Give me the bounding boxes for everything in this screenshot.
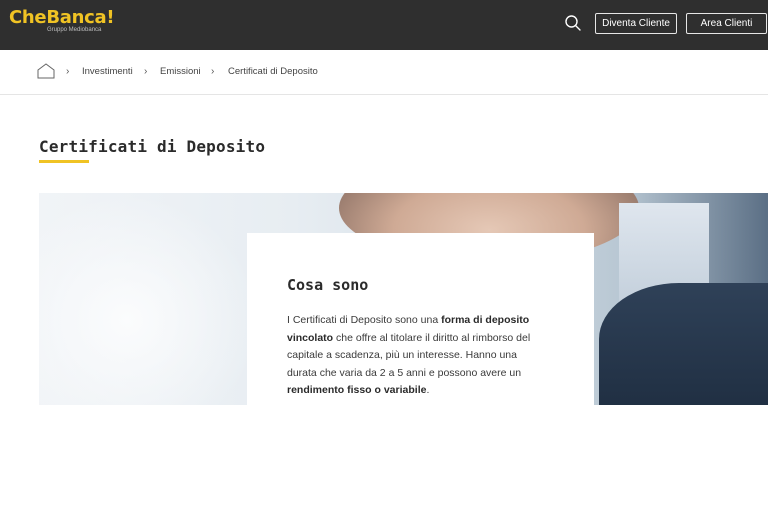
chebanca-logo[interactable]: CheBanca! Gruppo Mediobanca <box>9 7 115 34</box>
top-navbar: CheBanca! Gruppo Mediobanca Diventa Clie… <box>0 0 768 50</box>
search-icon[interactable] <box>564 14 582 32</box>
breadcrumb-separator: › <box>211 66 215 77</box>
breadcrumb-certificati: Certificati di Deposito <box>228 66 318 77</box>
card-title: Cosa sono <box>287 276 369 294</box>
page-title: Certificati di Deposito <box>39 137 266 156</box>
title-underline <box>39 160 89 163</box>
breadcrumb-separator: › <box>144 66 148 77</box>
logo-text: CheBanca! <box>9 7 115 28</box>
breadcrumb-emissioni[interactable]: Emissioni <box>160 66 201 77</box>
area-clienti-button[interactable]: Area Clienti <box>686 13 767 34</box>
card-description: I Certificati di Deposito sono una forma… <box>287 314 531 396</box>
logo-subtitle: Gruppo Mediobanca <box>47 27 102 33</box>
diventa-cliente-button[interactable]: Diventa Cliente <box>595 13 677 34</box>
breadcrumb-investimenti[interactable]: Investimenti <box>82 66 133 77</box>
breadcrumb-separator: › <box>66 66 70 77</box>
home-icon[interactable] <box>37 63 55 79</box>
breadcrumb: › Investimenti › Emissioni › Certificati… <box>0 50 768 95</box>
info-card: Cosa sono I Certificati di Deposito sono… <box>247 233 594 413</box>
